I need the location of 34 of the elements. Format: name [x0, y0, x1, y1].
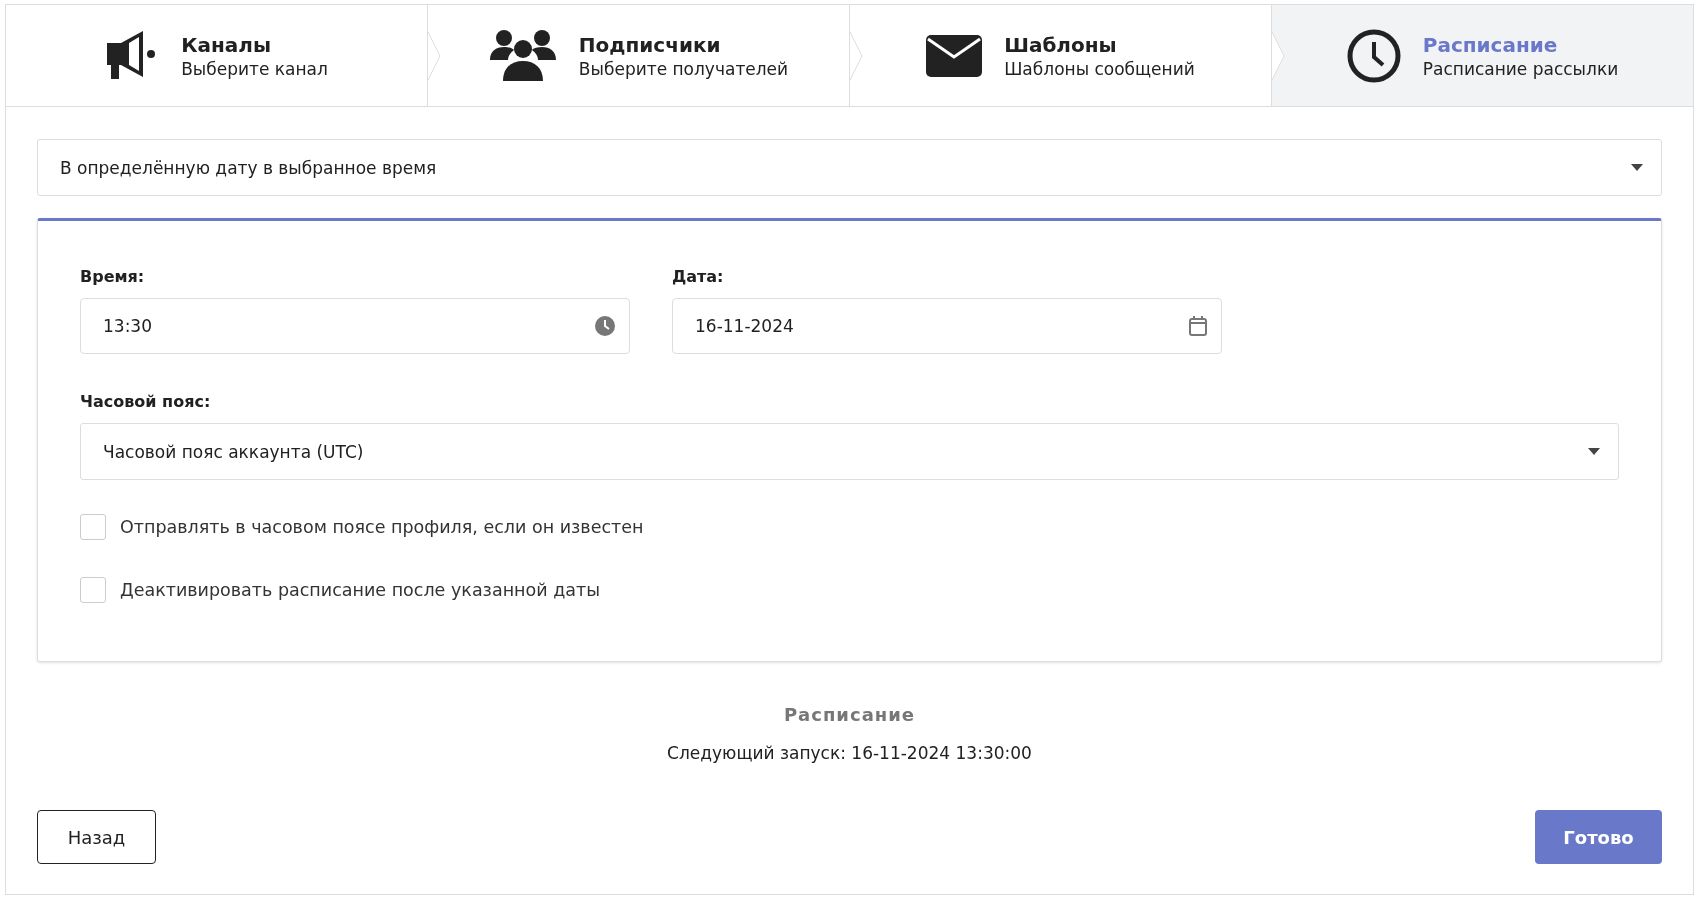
- wizard-step[interactable]: Расписание Расписание рассылки: [1271, 5, 1693, 106]
- clock-icon: [595, 316, 615, 336]
- envelope-icon: [926, 34, 983, 77]
- checkbox-label: Деактивировать расписание после указанной даты: [120, 580, 600, 600]
- step-subtitle: Шаблоны сообщений: [1004, 58, 1195, 79]
- caret-icon: [1631, 164, 1643, 171]
- next-run-text: Следующий запуск: 16-11-2024 13:30:00: [667, 743, 1032, 763]
- field-label: Время:: [80, 267, 146, 286]
- step-title: Шаблоны: [1004, 32, 1118, 57]
- step-title: Каналы: [181, 32, 273, 57]
- summary-title: Расписание: [783, 704, 916, 725]
- done-button[interactable]: Готово: [1535, 810, 1662, 864]
- checkbox[interactable]: [80, 514, 106, 540]
- step-title: Подписчики: [578, 32, 722, 57]
- step-title: Расписание: [1422, 32, 1559, 57]
- clock-icon: [1346, 28, 1401, 83]
- calendar-icon: [1189, 316, 1207, 336]
- field-label: Часовой пояс:: [80, 392, 212, 411]
- step-chevron-icon: [850, 31, 863, 80]
- timezone-select[interactable]: Часовой пояс аккаунта (UTC): [80, 423, 1619, 480]
- users-icon: [488, 28, 557, 83]
- checkbox[interactable]: [80, 577, 106, 603]
- caret-icon: [1588, 448, 1600, 455]
- step-chevron-icon: [428, 31, 441, 80]
- date-field[interactable]: 16-11-2024: [672, 298, 1222, 354]
- step-chevron-icon: [1272, 31, 1285, 80]
- step-subtitle: Выберите канал: [181, 58, 328, 79]
- time-field[interactable]: 13:30: [80, 298, 630, 354]
- checkbox-label: Отправлять в часовом поясе профиля, если он известен: [120, 517, 644, 537]
- step-subtitle: Выберите получателей: [578, 58, 789, 79]
- schedule-type-select[interactable]: В определённую дату в выбранное время: [37, 139, 1662, 196]
- step-subtitle: Расписание рассылки: [1422, 58, 1619, 79]
- back-button[interactable]: Назад: [37, 810, 156, 864]
- field-label: Дата:: [672, 267, 725, 286]
